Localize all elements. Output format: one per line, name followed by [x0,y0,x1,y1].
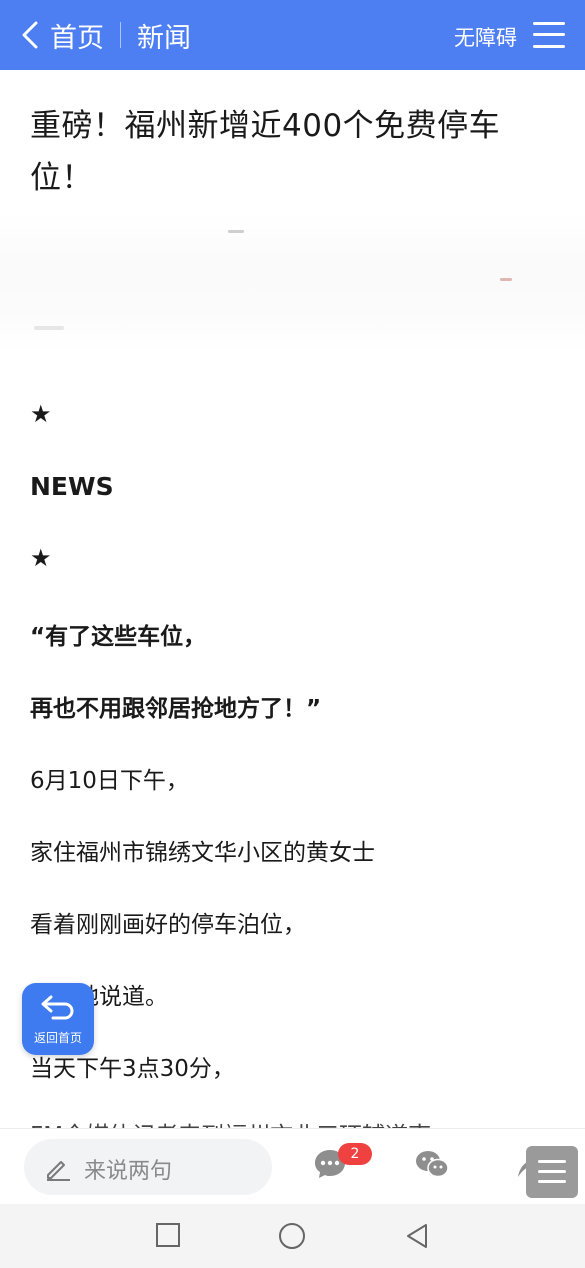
hamburger-icon[interactable] [533,20,565,50]
quote-line: “有了这些车位， [30,624,207,650]
article-title: 重磅！福州新增近400个免费停车位！ [30,108,501,196]
top-app-bar: 首页 新闻 无障碍 [0,0,585,70]
star-decoration: ★ [30,400,52,428]
paragraph: 看着刚刚画好的停车泊位， [30,912,306,938]
article: 重磅！福州新增近400个免费停车位！ [30,100,560,204]
accessibility-button[interactable]: 无障碍 [454,22,517,52]
return-arrow-icon [41,995,74,1020]
wechat-share-button[interactable] [414,1147,454,1187]
comment-count-badge: 2 [338,1143,372,1165]
article-image [0,212,585,352]
news-heading: NEWS [30,472,114,501]
more-menu-button[interactable] [526,1146,578,1198]
return-home-label: 返回首页 [33,1031,82,1045]
star-decoration: ★ [30,544,52,572]
return-home-button[interactable]: 返回首页 [22,983,94,1055]
bottom-action-bar: 来说两句 2 [0,1128,585,1204]
chevron-left-icon [22,21,38,49]
header-divider [120,22,121,48]
section-title: 新闻 [137,22,191,54]
quote-line: 再也不用跟邻居抢地方了！” [30,696,322,722]
system-nav-bar [0,1204,585,1268]
triangle-back-icon[interactable] [404,1222,430,1250]
paragraph: 6月10日下午， [30,768,189,794]
comment-input[interactable]: 来说两句 [24,1139,272,1195]
comment-placeholder: 来说两句 [84,1159,173,1184]
home-link[interactable]: 首页 [50,16,104,55]
back-button[interactable]: 首页 [0,0,104,70]
paragraph: 家住福州市锦绣文华小区的黄女士 [30,840,375,866]
wechat-icon [416,1151,449,1178]
square-icon[interactable] [155,1222,181,1248]
pencil-icon [47,1161,70,1181]
circle-icon[interactable] [278,1222,306,1250]
